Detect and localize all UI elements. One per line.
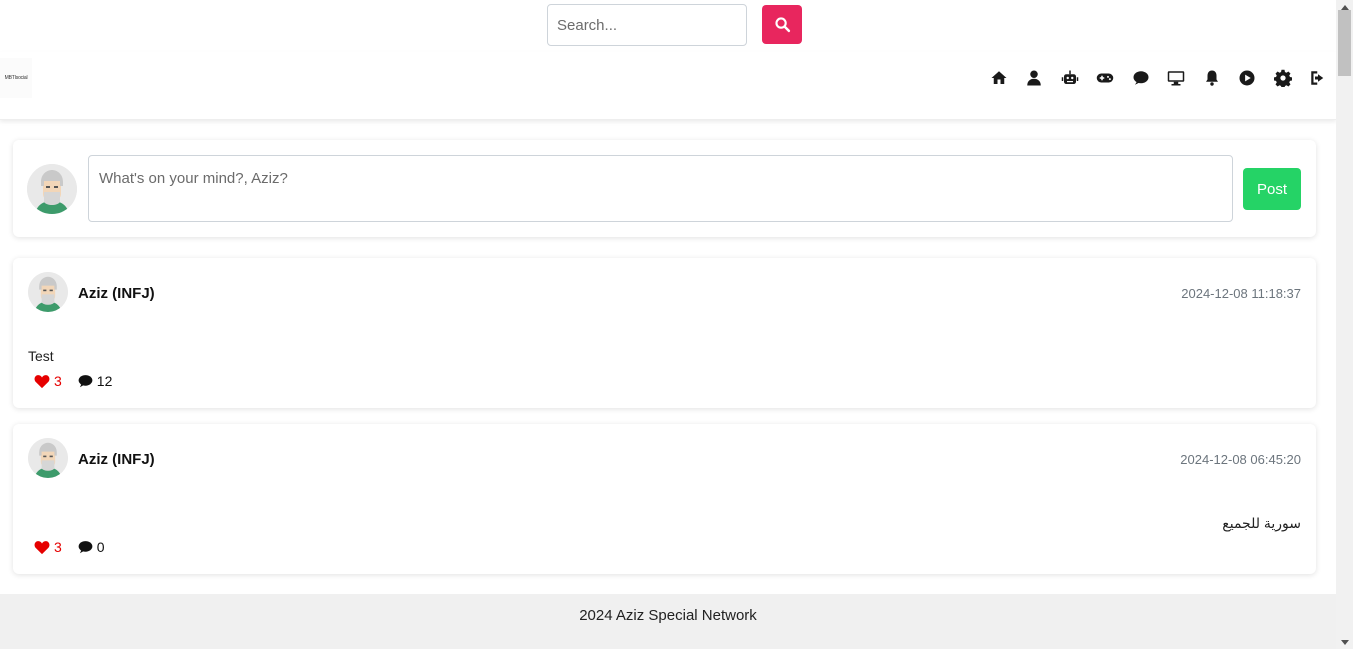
scroll-down-arrow[interactable] (1336, 635, 1353, 649)
navbar: MBTIsocial (0, 52, 1336, 120)
post-author[interactable]: Aziz (INFJ) (78, 451, 155, 468)
search-bar (547, 4, 802, 46)
like-count: 3 (54, 539, 62, 555)
chat-icon (1133, 71, 1149, 85)
author-avatar[interactable] (28, 272, 68, 312)
search-button[interactable] (762, 5, 802, 44)
footer: 2024 Aziz Special Network (0, 594, 1336, 649)
nav-messages[interactable] (1123, 68, 1159, 88)
post-composer: Post (13, 140, 1316, 237)
avatar-image (28, 438, 68, 478)
logo[interactable]: MBTIsocial (0, 58, 32, 98)
post-card: Aziz (INFJ) 2024-12-08 06:45:20 سورية لل… (13, 424, 1316, 574)
post-actions: 3 0 (34, 539, 105, 555)
comment-button[interactable]: 0 (78, 539, 105, 555)
play-icon (1239, 70, 1255, 86)
search-input[interactable] (547, 4, 747, 46)
page: MBTIsocial (0, 0, 1336, 649)
post-author[interactable]: Aziz (INFJ) (78, 285, 155, 302)
footer-text: 2024 Aziz Special Network (579, 607, 757, 624)
chevron-down-icon (1340, 639, 1349, 645)
search-icon (774, 17, 790, 33)
comment-button[interactable]: 12 (78, 373, 113, 389)
like-button[interactable]: 3 (34, 373, 62, 389)
heart-icon (34, 374, 50, 388)
gamepad-icon (1097, 73, 1114, 83)
avatar-image (28, 272, 68, 312)
post-card: Aziz (INFJ) 2024-12-08 11:18:37 Test 3 1… (13, 258, 1316, 408)
avatar-image (27, 164, 77, 214)
like-button[interactable]: 3 (34, 539, 62, 555)
comment-icon (78, 375, 93, 388)
post-timestamp: 2024-12-08 11:18:37 (1181, 286, 1301, 301)
nav-screen[interactable] (1159, 68, 1195, 88)
post-timestamp: 2024-12-08 06:45:20 (1180, 452, 1301, 467)
home-icon (991, 71, 1007, 84)
vertical-scrollbar[interactable] (1336, 0, 1353, 649)
nav-logout[interactable] (1301, 68, 1337, 88)
desktop-icon (1168, 71, 1185, 86)
post-actions: 3 12 (34, 373, 112, 389)
comment-count: 0 (96, 539, 105, 555)
bell-icon (1205, 70, 1218, 86)
scrollbar-thumb[interactable] (1338, 10, 1351, 76)
comment-icon (78, 541, 93, 554)
post-text: سورية للجميع (1222, 515, 1301, 531)
nav-games[interactable] (1088, 68, 1124, 88)
sign-out-icon (1311, 71, 1324, 85)
nav-settings[interactable] (1265, 68, 1301, 88)
post-button[interactable]: Post (1243, 168, 1301, 210)
nav-bot[interactable] (1052, 68, 1088, 88)
post-text: Test (28, 348, 54, 364)
robot-icon (1061, 70, 1078, 84)
nav-home[interactable] (981, 68, 1017, 88)
nav-notifications[interactable] (1194, 68, 1230, 88)
user-icon (1027, 70, 1041, 86)
gear-icon (1273, 69, 1292, 87)
nav-videos[interactable] (1230, 68, 1266, 88)
heart-icon (34, 540, 50, 554)
author-avatar[interactable] (28, 438, 68, 478)
chevron-up-icon (1340, 4, 1349, 10)
comment-count: 12 (96, 373, 113, 389)
post-input[interactable] (88, 155, 1233, 222)
avatar[interactable] (27, 164, 77, 214)
like-count: 3 (54, 373, 62, 389)
nav-icons (981, 68, 1336, 88)
nav-profile[interactable] (1017, 68, 1053, 88)
